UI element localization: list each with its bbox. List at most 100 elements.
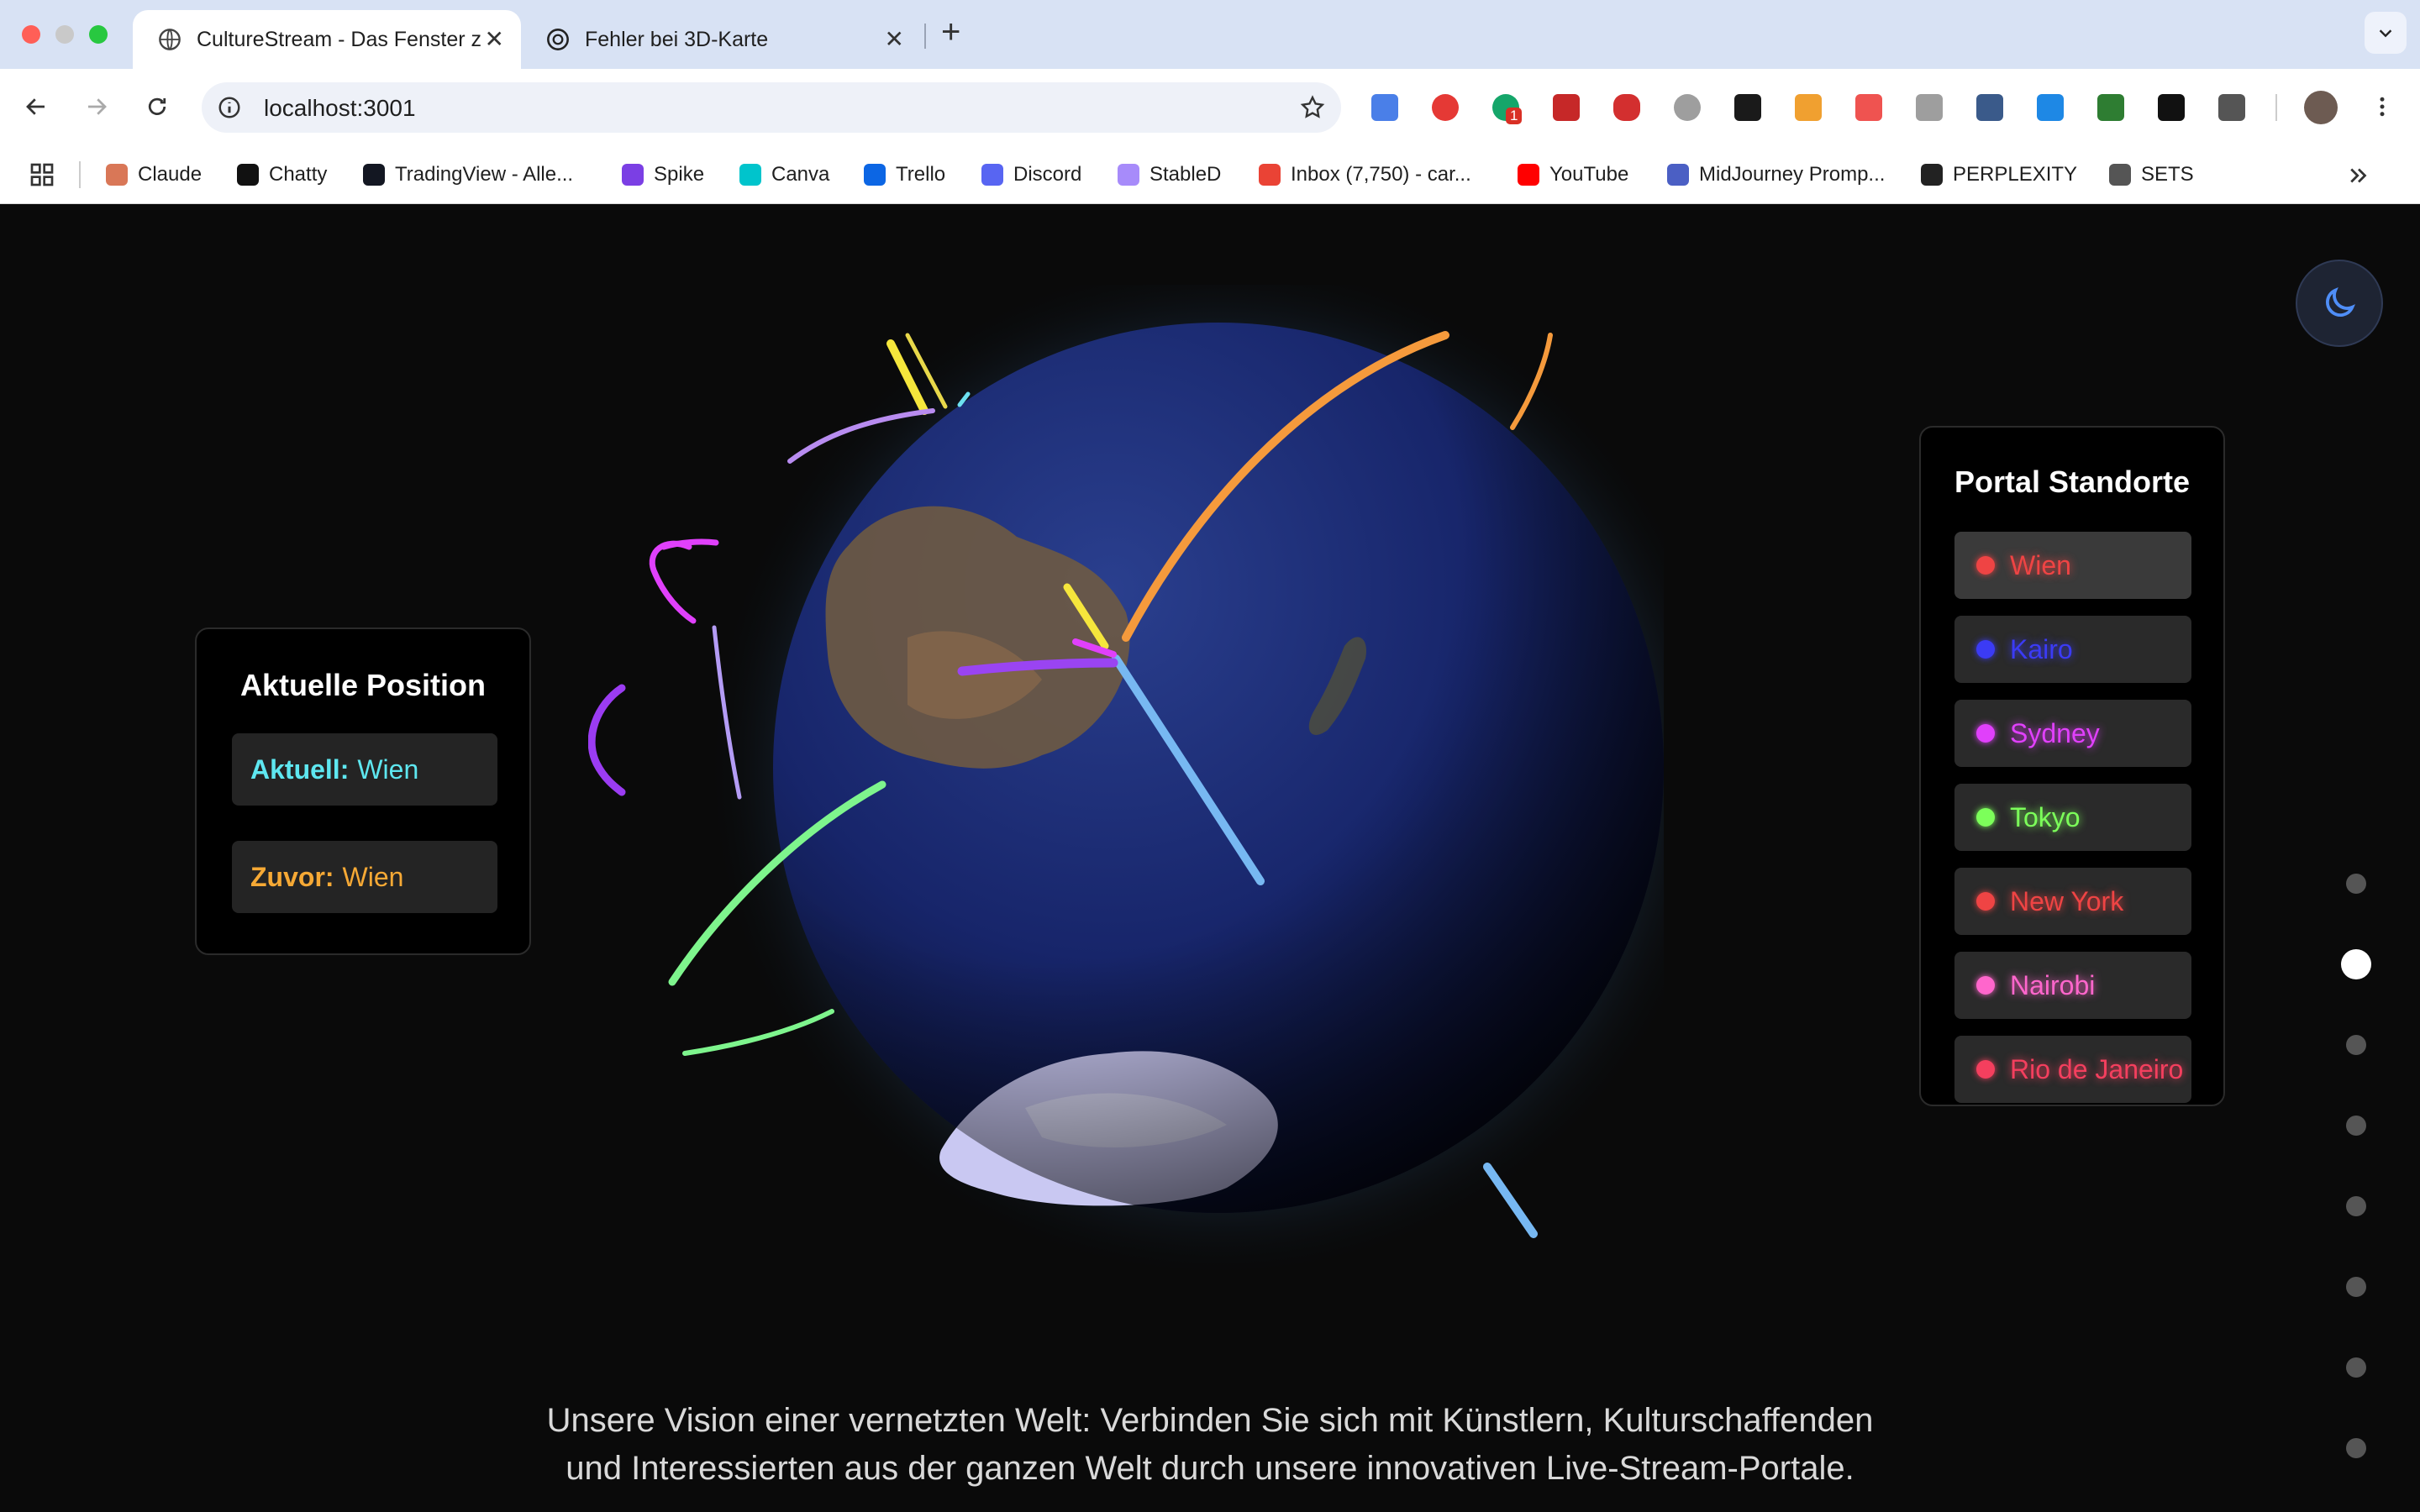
languagetool-extension-icon[interactable] (1734, 94, 1761, 121)
apps-grid-icon[interactable] (29, 161, 55, 188)
bookmark-label: Discord (1013, 163, 1082, 186)
bookmark-favicon-icon (237, 164, 259, 186)
section-indicator-dot[interactable] (2346, 1438, 2366, 1458)
bookmark-item[interactable]: Claude (106, 163, 202, 186)
bookmark-item[interactable]: MidJourney Promp... (1667, 163, 1885, 186)
tab-3d-map-error[interactable]: Fehler bei 3D-Karte ✕ (521, 10, 916, 69)
location-dot-icon (1976, 556, 1995, 575)
location-new-york[interactable]: New York (1954, 868, 2191, 935)
bookmark-item[interactable]: Discord (981, 163, 1081, 186)
sparkle-extension-icon[interactable] (2158, 94, 2185, 121)
bookmark-favicon-icon (1259, 164, 1281, 186)
chevron-double-right-icon[interactable] (2346, 163, 2371, 188)
adblock-extension-icon[interactable] (1432, 94, 1459, 121)
bookmark-item[interactable]: Canva (739, 163, 829, 186)
t-extension-icon[interactable] (2037, 94, 2064, 121)
layers-extension-icon[interactable] (1976, 94, 2003, 121)
moon-icon (2326, 287, 2355, 317)
minimize-window-button[interactable] (55, 25, 74, 44)
bookmark-item[interactable]: TradingView - Alle... (363, 163, 573, 186)
close-window-button[interactable] (22, 25, 40, 44)
tab-divider (924, 24, 926, 49)
ublock-extension-icon[interactable] (1613, 94, 1640, 121)
section-indicator-dot[interactable] (2346, 1357, 2366, 1378)
bookmark-item[interactable]: Spike (622, 163, 704, 186)
bike-extension-icon[interactable] (1674, 94, 1701, 121)
location-label: New York (2010, 885, 2124, 916)
zoom-window-button[interactable] (89, 25, 108, 44)
location-wien[interactable]: Wien (1954, 532, 2191, 599)
section-indicator-dot[interactable] (2341, 949, 2371, 979)
previous-value: Wien (342, 861, 404, 892)
reload-button[interactable] (138, 87, 176, 126)
location-dot-icon (1976, 808, 1995, 827)
bookmark-favicon-icon (1667, 164, 1689, 186)
section-indicator-dot[interactable] (2346, 1277, 2366, 1297)
location-tokyo[interactable]: Tokyo (1954, 784, 2191, 851)
bookmark-item[interactable]: StableD (1118, 163, 1221, 186)
gallery-extension-icon[interactable] (1795, 94, 1822, 121)
location-label: Wien (2010, 549, 2071, 580)
close-icon[interactable]: ✕ (885, 25, 904, 53)
download-extension-icon[interactable] (2097, 94, 2124, 121)
new-tab-button[interactable]: + (941, 13, 960, 51)
current-value: Wien (357, 753, 419, 785)
u-extension-icon[interactable] (1916, 94, 1943, 121)
bookmark-item[interactable]: SETS (2109, 163, 2194, 186)
close-icon[interactable]: ✕ (485, 25, 504, 53)
chat-extension-icon[interactable] (1855, 94, 1882, 121)
back-button[interactable] (17, 87, 55, 126)
bookmark-favicon-icon (739, 164, 761, 186)
location-dot-icon (1976, 1060, 1995, 1079)
location-label: Kairo (2010, 633, 2073, 664)
section-indicator-dot[interactable] (2346, 1116, 2366, 1136)
tab-culturestream[interactable]: CultureStream - Das Fenster z ✕ (133, 10, 521, 69)
violet-arc (588, 684, 626, 796)
address-bar[interactable]: localhost:3001 (202, 82, 1341, 133)
toolbar-divider (2275, 94, 2277, 121)
bookmark-favicon-icon (981, 164, 1003, 186)
bookmark-favicon-icon (363, 164, 385, 186)
bookmark-label: Canva (771, 163, 830, 186)
location-dot-icon (1976, 724, 1995, 743)
location-nairobi[interactable]: Nairobi (1954, 952, 2191, 1019)
bookmark-label: PERPLEXITY (1953, 163, 2078, 186)
bookmark-label: TradingView - Alle... (395, 163, 574, 186)
forward-button[interactable] (77, 87, 116, 126)
avatar[interactable] (2304, 91, 2338, 124)
chevron-down-icon (2379, 29, 2392, 38)
bookmark-item[interactable]: Inbox (7,750) - car... (1259, 163, 1471, 186)
location-label: Tokyo (2010, 801, 2081, 832)
tab-search-button[interactable] (2365, 12, 2407, 54)
bookmark-label: Claude (138, 163, 203, 186)
theme-toggle-button[interactable] (2296, 260, 2383, 347)
panel-title: Aktuelle Position (239, 668, 487, 702)
location-sydney[interactable]: Sydney (1954, 700, 2191, 767)
bookmark-item[interactable]: Trello (864, 163, 945, 186)
site-info-icon[interactable] (217, 95, 242, 120)
puzzle-icon[interactable] (2218, 94, 2245, 121)
current-position-row: Aktuell: Wien (232, 733, 497, 806)
url-text: localhost:3001 (264, 95, 416, 121)
location-kairo[interactable]: Kairo (1954, 616, 2191, 683)
bookmark-item[interactable]: YouTube (1518, 163, 1628, 186)
earth-globe[interactable] (588, 285, 1664, 1293)
bookmark-label: SETS (2141, 163, 2194, 186)
section-indicator-dot[interactable] (2346, 874, 2366, 894)
video-speed-extension-icon[interactable] (1553, 94, 1580, 121)
location-label: Sydney (2010, 717, 2100, 748)
section-indicator-dot[interactable] (2346, 1035, 2366, 1055)
extension-badge: 1 (1506, 108, 1523, 124)
bookmark-item[interactable]: PERPLEXITY (1921, 163, 2077, 186)
bookmark-label: Inbox (7,750) - car... (1291, 163, 1471, 186)
location-rio-de-janeiro[interactable]: Rio de Janeiro (1954, 1036, 2191, 1103)
bookmarks-bar: Claude Chatty TradingView - Alle... Spike Ca… (0, 144, 2420, 204)
bookmark-label: YouTube (1549, 163, 1629, 186)
bookmark-star-icon[interactable] (1299, 94, 1326, 121)
menu-button[interactable] (2363, 87, 2402, 126)
translate-extension-icon[interactable] (1371, 94, 1398, 121)
openai-icon (547, 29, 569, 50)
section-indicator-dot[interactable] (2346, 1196, 2366, 1216)
bookmark-label: MidJourney Promp... (1699, 163, 1886, 186)
bookmark-item[interactable]: Chatty (237, 163, 327, 186)
